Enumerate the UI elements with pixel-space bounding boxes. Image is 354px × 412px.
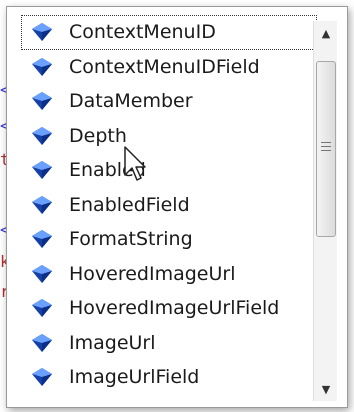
list-item-label: Depth bbox=[69, 124, 127, 147]
list-item-label: ContextMenuIDField bbox=[69, 55, 260, 78]
list-item[interactable]: HoveredImageUrl bbox=[21, 257, 317, 292]
property-icon bbox=[32, 195, 52, 214]
property-icon bbox=[32, 264, 52, 283]
property-icon bbox=[32, 126, 52, 145]
list-item[interactable]: ContextMenuID bbox=[21, 15, 317, 50]
scroll-thumb[interactable] bbox=[316, 61, 336, 237]
list-item-label: ImageUrl bbox=[69, 331, 156, 354]
property-icon bbox=[32, 299, 52, 318]
list-item-label: DataMember bbox=[69, 90, 193, 113]
list-item-label: HoveredImageUrlField bbox=[69, 297, 280, 320]
list-item-label: FormatString bbox=[69, 228, 193, 251]
mouse-pointer-icon bbox=[124, 146, 146, 181]
property-icon bbox=[32, 92, 52, 111]
list-item-label: EnabledField bbox=[69, 193, 190, 216]
list-item[interactable]: ContextMenuIDField bbox=[21, 50, 317, 85]
scroll-up-button[interactable]: ▲ bbox=[314, 21, 338, 45]
list-item-label: HoveredImageUrl bbox=[69, 262, 236, 285]
property-icon bbox=[32, 23, 52, 42]
grip-icon bbox=[321, 142, 331, 143]
list-item[interactable]: Depth bbox=[21, 119, 317, 154]
property-icon bbox=[32, 368, 52, 387]
grip-icon bbox=[321, 146, 331, 147]
grip-icon bbox=[321, 150, 331, 151]
property-icon bbox=[32, 161, 52, 180]
list-item[interactable]: HoveredImageUrlField bbox=[21, 291, 317, 326]
completion-list[interactable]: ContextMenuID ContextMenuIDField DataMembe… bbox=[21, 15, 317, 403]
list-item[interactable]: ImageUrlField bbox=[21, 360, 317, 395]
list-item[interactable]: FormatString bbox=[21, 222, 317, 257]
list-item[interactable]: Enabled bbox=[21, 153, 317, 188]
list-item[interactable]: EnabledField bbox=[21, 188, 317, 223]
intellisense-popup: ContextMenuID ContextMenuIDField DataMembe… bbox=[6, 6, 348, 408]
vertical-scrollbar[interactable]: ▲ ▼ bbox=[313, 21, 337, 401]
list-item[interactable]: ImageUrl bbox=[21, 326, 317, 361]
property-icon bbox=[32, 333, 52, 352]
list-item[interactable]: DataMember bbox=[21, 84, 317, 119]
list-item-label: ImageUrlField bbox=[69, 366, 200, 389]
chevron-up-icon: ▲ bbox=[321, 26, 331, 40]
list-item-label: ContextMenuID bbox=[69, 21, 216, 44]
property-icon bbox=[32, 57, 52, 76]
scroll-down-button[interactable]: ▼ bbox=[314, 377, 338, 401]
property-icon bbox=[32, 230, 52, 249]
chevron-down-icon: ▼ bbox=[321, 382, 331, 396]
